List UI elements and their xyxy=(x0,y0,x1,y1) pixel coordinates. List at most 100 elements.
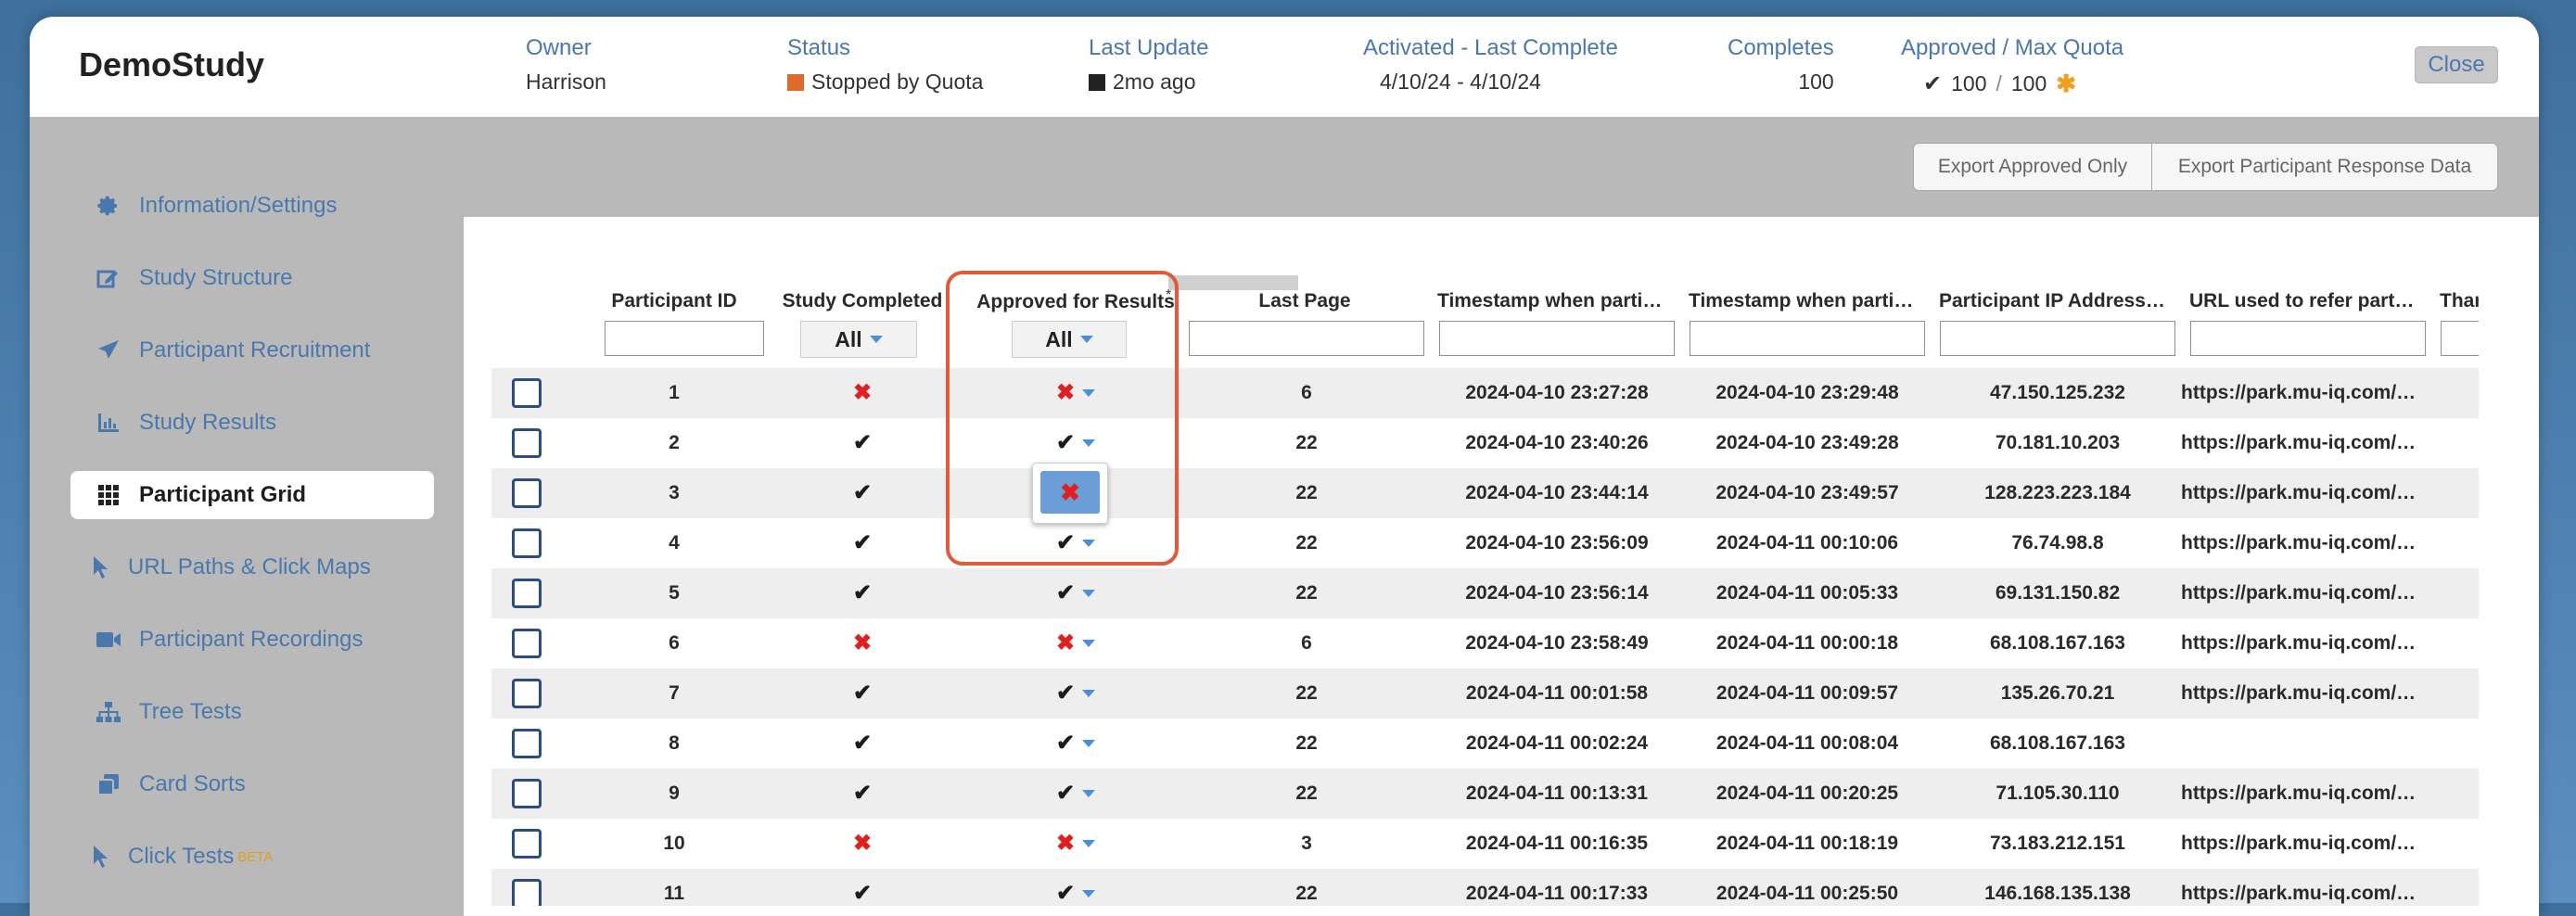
row-checkbox[interactable] xyxy=(512,629,542,658)
filter-partial[interactable] xyxy=(2441,321,2479,356)
chevron-down-icon xyxy=(1079,336,1093,343)
sidebar-item-label: Card Sorts xyxy=(139,771,246,796)
table-row[interactable]: 3 ✔ 22 2024-04-10 23:44:14 2024-04-10 23:49:… xyxy=(491,468,2479,518)
status-meta: Status Stopped by Quota xyxy=(787,35,983,95)
filter-participant-id[interactable] xyxy=(605,321,764,356)
approved-cell[interactable]: ✔ xyxy=(964,719,1187,769)
timestamp-start-cell: 2024-04-10 23:40:26 xyxy=(1465,432,1649,453)
table-row[interactable]: 6 ✖ ✖ 6 2024-04-10 23:58:49 2024-04-11 00:00:… xyxy=(491,618,2479,668)
column-header-referrer-url[interactable]: URL used to refer part… xyxy=(2189,290,2425,312)
row-checkbox[interactable] xyxy=(512,879,542,906)
table-row[interactable]: 1 ✖ ✖ 6 2024-04-10 23:27:28 2024-04-10 23:29:… xyxy=(491,368,2479,418)
approved-cell[interactable]: ✔ xyxy=(964,518,1187,568)
filter-value: All xyxy=(1045,326,1073,351)
sidebar: Information/Settings Study Structure Par… xyxy=(30,117,464,916)
table-row[interactable]: 10 ✖ ✖ 3 2024-04-11 00:16:35 2024-04-11 00:18… xyxy=(491,819,2479,869)
table-row[interactable]: 9 ✔ ✔ 22 2024-04-11 00:13:31 2024-04-11 00:20… xyxy=(491,769,2479,819)
timestamp-end-cell: 2024-04-10 23:49:57 xyxy=(1715,482,1899,503)
table-row[interactable]: 5 ✔ ✔ 22 2024-04-10 23:56:14 2024-04-11 00:05… xyxy=(491,568,2479,618)
check-icon: ✔ xyxy=(1055,580,1076,605)
close-button[interactable]: Close xyxy=(2415,46,2498,83)
approved-cell[interactable]: ✖ xyxy=(964,368,1187,418)
check-icon: ✔ xyxy=(852,480,873,505)
row-checkbox[interactable] xyxy=(512,779,542,808)
column-header-ip-address[interactable]: Participant IP Address… xyxy=(1939,290,2174,312)
table-row[interactable]: 11 ✔ ✔ 22 2024-04-11 00:17:33 2024-04-11 00:2… xyxy=(491,869,2479,906)
sidebar-item-click-tests[interactable]: Click Tests BETA xyxy=(70,833,434,881)
column-header-last-page[interactable]: Last Page xyxy=(1189,290,1421,312)
sidebar-item-information-settings[interactable]: Information/Settings xyxy=(70,182,434,230)
approved-cell[interactable]: ✖ xyxy=(964,618,1187,668)
ip-address-cell: 76.74.98.8 xyxy=(2011,532,2104,553)
export-responses-button[interactable]: Export Participant Response Data xyxy=(2151,143,2498,191)
column-header-study-completed[interactable]: Study Completed xyxy=(770,290,955,312)
approved-cell[interactable]: ✔ xyxy=(964,769,1187,819)
sidebar-item-study-results[interactable]: Study Results xyxy=(70,399,434,447)
last-page-cell: 22 xyxy=(1295,782,1318,804)
cross-icon: ✖ xyxy=(852,380,873,405)
filter-timestamp-start[interactable] xyxy=(1439,321,1675,356)
approved-cell[interactable]: ✔ xyxy=(964,869,1187,906)
row-checkbox[interactable] xyxy=(512,729,542,758)
row-checkbox[interactable] xyxy=(512,829,542,859)
row-checkbox[interactable] xyxy=(512,679,542,708)
referrer-url-cell: https://park.mu-iq.com/… xyxy=(2181,382,2417,403)
send-icon xyxy=(95,339,122,362)
column-header-partial[interactable]: Thar xyxy=(2440,290,2479,312)
sidebar-item-card-sorts[interactable]: Card Sorts xyxy=(70,760,434,808)
horizontal-scrollbar[interactable] xyxy=(1168,275,1298,290)
filter-value: All xyxy=(835,326,862,351)
approved-value: ✔ 100 / 100 ✱ xyxy=(1901,70,2123,98)
approved-cell[interactable]: ✖ xyxy=(964,819,1187,869)
table-row[interactable]: 2 ✔ ✔ 22 2024-04-10 23:40:26 2024-04-10 23:49… xyxy=(491,418,2479,468)
table-row[interactable]: 7 ✔ ✔ 22 2024-04-11 00:01:58 2024-04-11 00:09… xyxy=(491,668,2479,719)
video-icon xyxy=(95,630,122,649)
row-checkbox[interactable] xyxy=(512,428,542,458)
last-update-label: Last Update xyxy=(1089,35,1209,60)
approved-cell[interactable]: ✔ xyxy=(964,418,1187,468)
timestamp-start-cell: 2024-04-11 00:02:24 xyxy=(1465,732,1649,754)
check-icon: ✔ xyxy=(852,430,873,455)
row-checkbox[interactable] xyxy=(512,378,542,408)
sidebar-item-tree-tests[interactable]: Tree Tests xyxy=(70,688,434,736)
sidebar-item-participant-recordings[interactable]: Participant Recordings xyxy=(70,616,434,664)
column-header-timestamp-start[interactable]: Timestamp when parti… xyxy=(1437,290,1673,312)
table-row[interactable]: 8 ✔ ✔ 22 2024-04-11 00:02:24 2024-04-11 00:08… xyxy=(491,719,2479,769)
approved-cell[interactable]: ✔ xyxy=(964,668,1187,719)
referrer-url-cell: https://park.mu-iq.com/… xyxy=(2181,632,2417,654)
reject-option[interactable]: ✖ xyxy=(1040,471,1100,514)
column-header-timestamp-end[interactable]: Timestamp when parti… xyxy=(1689,290,1924,312)
study-completed-cell: ✔ xyxy=(770,869,955,906)
filter-last-page[interactable] xyxy=(1189,321,1424,356)
last-page-cell: 22 xyxy=(1295,732,1318,754)
row-checkbox[interactable] xyxy=(512,528,542,558)
sidebar-item-url-paths[interactable]: URL Paths & Click Maps xyxy=(70,543,434,592)
last-update-meta: Last Update 2mo ago xyxy=(1089,35,1208,95)
sidebar-item-study-structure[interactable]: Study Structure xyxy=(70,254,434,302)
column-header-approved[interactable]: Approved for Results xyxy=(964,291,1187,313)
chevron-down-icon xyxy=(1082,590,1096,597)
filter-approved-select[interactable]: All xyxy=(1012,321,1127,358)
table-row[interactable]: 4 ✔ ✔ 22 2024-04-10 23:56:09 2024-04-11 00:10… xyxy=(491,518,2479,568)
sidebar-item-label: Information/Settings xyxy=(139,193,338,218)
filter-timestamp-end[interactable] xyxy=(1690,321,1925,356)
sidebar-item-label: Participant Recordings xyxy=(139,627,363,652)
export-approved-button[interactable]: Export Approved Only xyxy=(1913,143,2152,191)
chevron-down-icon xyxy=(1082,740,1096,747)
filter-referrer-url[interactable] xyxy=(2190,321,2426,356)
filter-study-completed-select[interactable]: All xyxy=(800,321,917,358)
column-header-participant-id[interactable]: Participant ID xyxy=(605,290,744,312)
beta-badge: BETA xyxy=(237,848,274,865)
sidebar-item-participant-grid[interactable]: Participant Grid xyxy=(70,471,434,519)
update-square-icon xyxy=(1089,73,1105,91)
row-checkbox[interactable] xyxy=(512,579,542,608)
timestamp-start-cell: 2024-04-10 23:56:09 xyxy=(1465,532,1649,553)
cross-icon: ✖ xyxy=(852,630,873,655)
row-checkbox[interactable] xyxy=(512,478,542,508)
approved-cell[interactable]: ✔ xyxy=(964,568,1187,618)
check-icon: ✔ xyxy=(1055,430,1076,455)
timestamp-start-cell: 2024-04-11 00:13:31 xyxy=(1465,782,1649,804)
sidebar-item-participant-recruitment[interactable]: Participant Recruitment xyxy=(70,326,434,375)
sidebar-item-label: Study Results xyxy=(139,410,277,435)
filter-ip-address[interactable] xyxy=(1940,321,2175,356)
